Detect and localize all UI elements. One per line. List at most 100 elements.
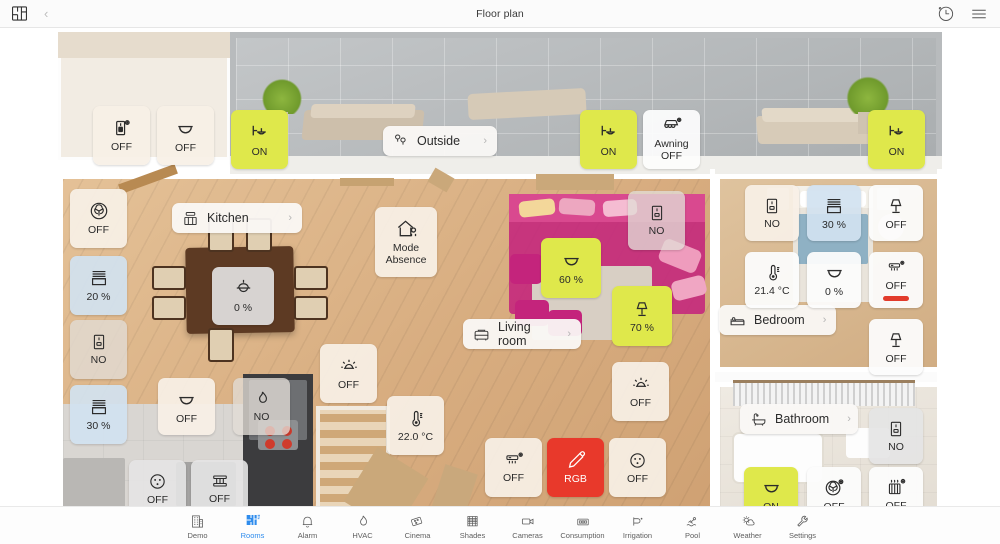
pendant-lamp-icon xyxy=(232,277,255,300)
widget-bathroom-radiator[interactable]: OFF xyxy=(869,467,923,506)
widget-kitchen-fan[interactable]: OFF xyxy=(70,189,127,248)
tree-icon xyxy=(393,133,409,149)
widget-bedroom-ac[interactable]: OFF xyxy=(869,252,923,308)
wrench-icon xyxy=(795,512,810,529)
widget-value: OFF xyxy=(111,140,132,153)
floor-plan-stage[interactable]: Outside › Kitchen › Living room › Bedroo… xyxy=(0,28,1000,506)
wall-lamp-icon xyxy=(885,121,908,144)
widget-awning[interactable]: Awning OFF xyxy=(643,110,700,169)
widget-kitchen-blind-1[interactable]: 20 % xyxy=(70,256,127,315)
nav-item-shades[interactable]: Shades xyxy=(445,512,500,540)
nav-item-weather[interactable]: Weather xyxy=(720,512,775,540)
widget-terrace-switch[interactable]: OFF xyxy=(93,106,150,165)
widget-terrace-wall-lamp-3[interactable]: ON xyxy=(868,110,925,169)
awning-gear-icon xyxy=(661,116,683,136)
flame-icon xyxy=(252,389,272,409)
widget-value: 30 % xyxy=(86,420,111,433)
widget-terrace-wall-lamp-1[interactable]: ON xyxy=(231,110,288,169)
nav-item-alarm[interactable]: Alarm xyxy=(280,512,335,540)
chevron-right-icon: › xyxy=(822,314,827,326)
widget-bedroom-table-lamp[interactable]: OFF xyxy=(869,185,923,241)
nav-label: Rooms xyxy=(240,530,265,540)
ceiling-light-icon xyxy=(823,261,846,284)
widget-bathroom-window[interactable]: NO xyxy=(869,408,923,464)
nav-item-cameras[interactable]: Cameras xyxy=(500,512,555,540)
nav-label: Weather xyxy=(733,530,762,540)
floor-plan-icon[interactable] xyxy=(8,3,30,25)
widget-kitchen-socket[interactable]: OFF xyxy=(129,460,186,506)
kitchen-chip[interactable]: Kitchen › xyxy=(172,203,302,233)
widget-living-rgb[interactable]: RGB xyxy=(547,438,604,497)
nav-item-irrigation[interactable]: Irrigation xyxy=(610,512,665,540)
bed-icon xyxy=(729,312,746,329)
widget-value: Awning OFF xyxy=(654,138,689,162)
widget-living-window[interactable]: NO xyxy=(628,191,685,250)
widget-mode-absence[interactable]: Mode Absence xyxy=(375,207,437,277)
window-sensor-icon xyxy=(89,332,109,352)
nav-item-hvac[interactable]: HVAC xyxy=(335,512,390,540)
widget-kitchen-pendant[interactable]: 0 % xyxy=(212,267,274,325)
wall-lamp-icon xyxy=(248,121,271,144)
widget-kitchen-window-1[interactable]: NO xyxy=(70,320,127,379)
widget-kitchen-blind-2[interactable]: 30 % xyxy=(70,385,127,444)
bedroom-chip-label: Bedroom xyxy=(754,313,805,327)
ceiling-light-icon xyxy=(560,249,583,272)
nav-item-rooms[interactable]: Rooms xyxy=(225,512,280,540)
widget-kitchen-fire-sensor[interactable]: NO xyxy=(233,378,290,435)
widget-bathroom-fan[interactable]: OFF xyxy=(807,467,861,506)
widget-living-thermostat[interactable]: 22.0 °C xyxy=(387,396,444,455)
widget-living-spot-1[interactable]: OFF xyxy=(320,344,377,403)
widget-value: Mode Absence xyxy=(385,242,427,266)
widget-living-ac[interactable]: OFF xyxy=(485,438,542,497)
bell-icon xyxy=(300,512,315,529)
nav-label: Consumption xyxy=(560,530,605,540)
nav-label: HVAC xyxy=(352,530,373,540)
widget-living-spot-2[interactable]: OFF xyxy=(612,362,669,421)
nav-item-consumption[interactable]: Consumption xyxy=(555,512,610,540)
hamburger-menu-icon[interactable] xyxy=(968,3,990,25)
fan-gear-icon xyxy=(823,477,845,499)
widget-terrace-ceiling-light[interactable]: OFF xyxy=(157,106,214,165)
nav-label: Pool xyxy=(684,530,700,540)
house-mode-icon xyxy=(395,217,418,240)
switch-gear-icon xyxy=(111,118,132,139)
ceiling-light-icon xyxy=(760,476,783,499)
outside-chip[interactable]: Outside › xyxy=(383,126,497,156)
thermometer-icon xyxy=(405,408,426,429)
widget-living-table-lamp[interactable]: 70 % xyxy=(612,286,672,346)
widget-terrace-wall-lamp-2[interactable]: ON xyxy=(580,110,637,169)
bedroom-chip[interactable]: Bedroom › xyxy=(719,305,836,335)
widget-value: OFF xyxy=(885,280,907,293)
widget-bedroom-table-lamp-2[interactable]: OFF xyxy=(869,319,923,375)
widget-bathroom-light[interactable]: ON xyxy=(744,467,798,506)
widget-bedroom-ceiling-light[interactable]: 0 % xyxy=(807,252,861,308)
widget-value: OFF xyxy=(147,493,168,506)
widget-kitchen-ceiling-light[interactable]: OFF xyxy=(158,378,215,435)
living-chip[interactable]: Living room › xyxy=(463,319,581,349)
chevron-right-icon: › xyxy=(567,328,571,340)
nav-item-demo[interactable]: Demo xyxy=(170,512,225,540)
bathroom-chip[interactable]: Bathroom › xyxy=(740,404,858,434)
nav-item-cinema[interactable]: Cinema xyxy=(390,512,445,540)
widget-value: OFF xyxy=(176,412,197,425)
back-chevron-icon[interactable]: ‹ xyxy=(44,7,48,20)
sprinkler-icon xyxy=(630,512,645,529)
nav-label: Demo xyxy=(187,530,208,540)
widget-value: 22.0 °C xyxy=(397,430,434,443)
outside-chip-label: Outside xyxy=(417,134,461,148)
bathtub-icon xyxy=(750,411,767,428)
widget-living-socket[interactable]: OFF xyxy=(609,438,666,497)
clock-history-icon[interactable] xyxy=(934,3,956,25)
widget-bedroom-blind[interactable]: 30 % xyxy=(807,185,861,241)
building-icon xyxy=(190,512,205,529)
widget-kitchen-radiator[interactable]: OFF xyxy=(191,460,248,506)
blind-icon xyxy=(88,267,110,289)
widget-value: NO xyxy=(90,354,107,367)
widget-bedroom-thermostat[interactable]: 21.4 °C xyxy=(745,252,799,308)
widget-living-ceiling-light[interactable]: 60 % xyxy=(541,238,601,298)
widget-bedroom-window[interactable]: NO xyxy=(745,185,799,241)
nav-item-settings[interactable]: Settings xyxy=(775,512,830,540)
widget-value: ON xyxy=(251,145,268,158)
nav-item-pool[interactable]: Pool xyxy=(665,512,720,540)
ac-gear-icon xyxy=(503,450,525,470)
